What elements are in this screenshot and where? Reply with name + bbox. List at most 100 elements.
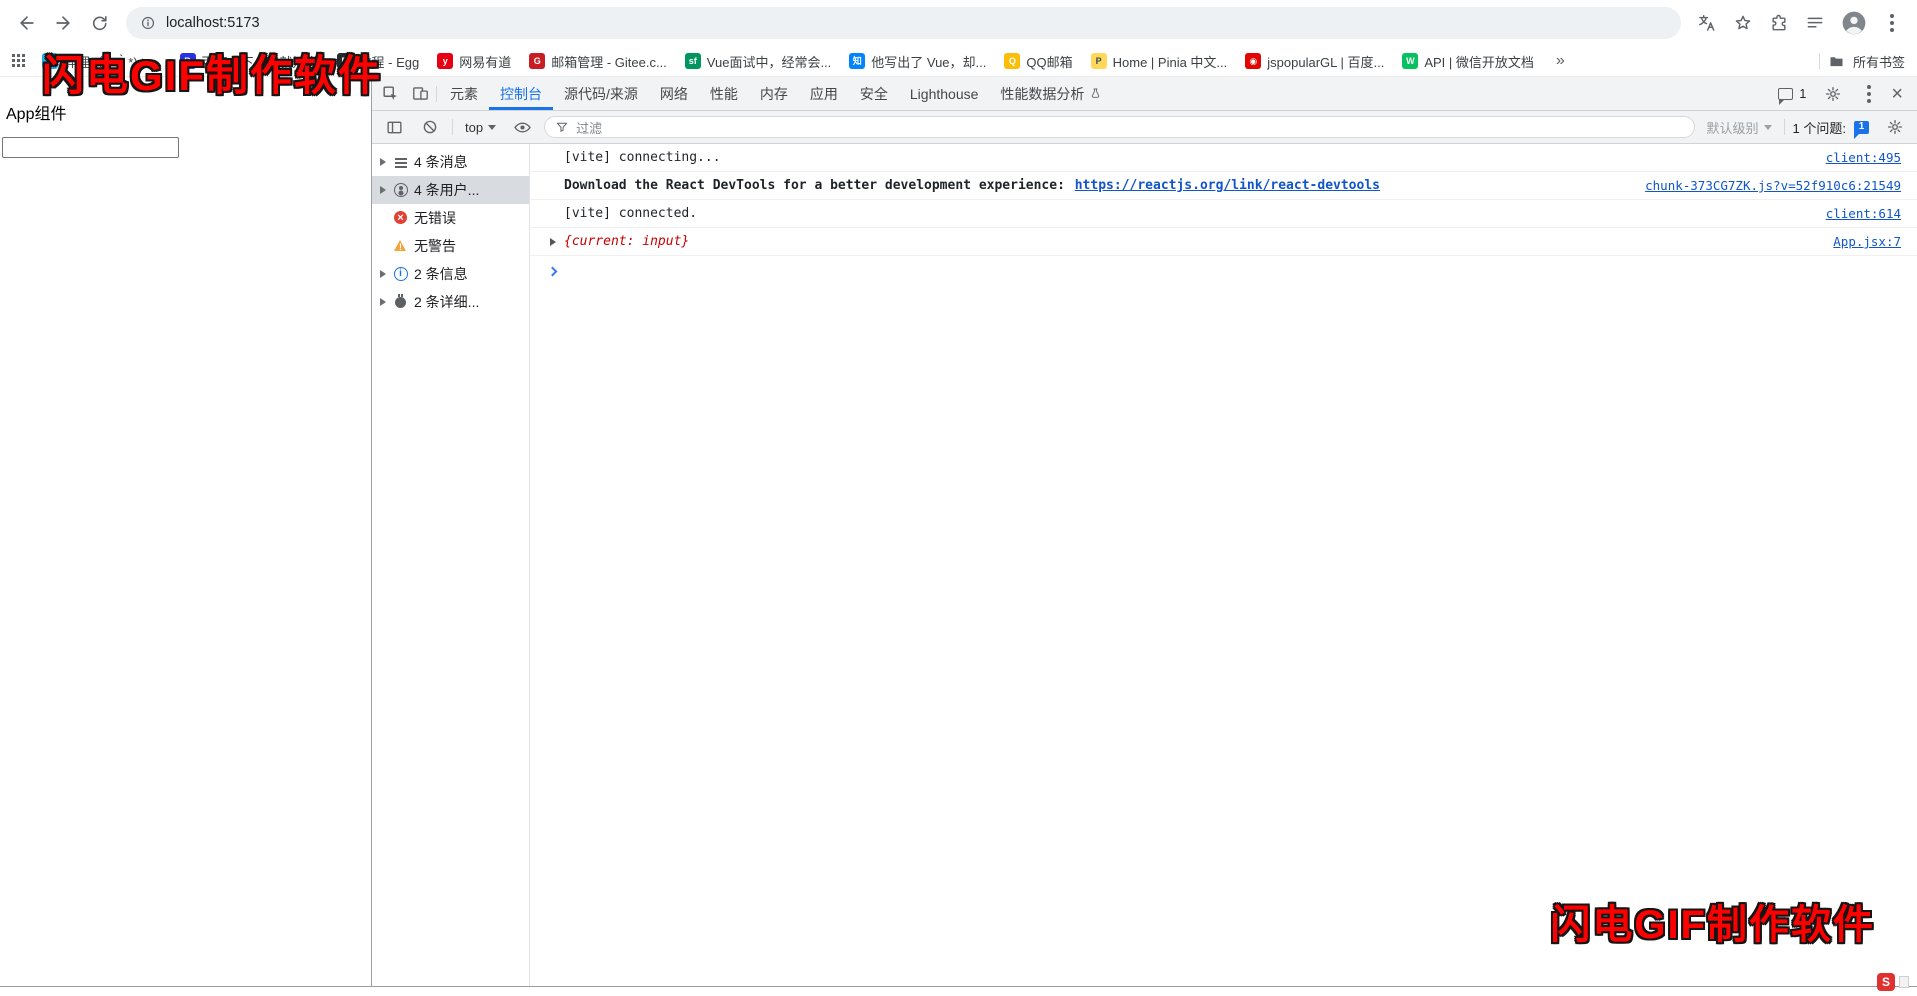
reload-button[interactable] [82,6,116,40]
verbose-icon [393,294,409,310]
console-sidebar-item[interactable]: 4 条消息 [372,148,529,176]
wechat-icon: W [1402,53,1418,69]
console-filter-input[interactable]: 过滤 [544,116,1694,138]
device-toolbar-icon[interactable] [406,81,434,107]
filter-funnel-icon [555,120,569,134]
console-sidebar-item[interactable]: 2 条信息 [372,260,529,288]
forward-button[interactable] [46,6,80,40]
back-button[interactable] [10,6,44,40]
tray-icon [1899,976,1909,988]
translate-icon[interactable] [1697,13,1717,33]
log-levels-dropdown[interactable]: 默认级别 [1703,118,1776,137]
console-message[interactable]: {current: input} App.jsx:7 [530,228,1917,256]
devtools-tab[interactable]: 控制台 [489,77,553,110]
zhihu-icon: 知 [849,53,865,69]
folder-icon [1828,53,1845,70]
devtools-close-icon[interactable] [1891,84,1903,104]
bookmark-item[interactable]: W API | 微信开放文档 [1394,49,1542,74]
context-selector[interactable]: top [461,120,500,135]
chevron-down-icon [488,125,496,130]
divider [436,86,437,102]
reading-list-icon[interactable] [1805,13,1825,33]
address-bar[interactable]: localhost:5173 [126,7,1681,39]
devtools-tab[interactable]: 性能数据分析 [989,77,1113,110]
divider [1819,53,1820,69]
console-messages-icon[interactable] [1778,88,1793,100]
bookmark-item[interactable]: G 邮箱管理 - Gitee.c... [521,49,675,74]
info-icon [393,266,409,282]
corner-overlay: S [1877,973,1909,991]
pinia-icon: P [1091,53,1107,69]
expand-arrow-icon[interactable] [380,270,386,278]
devtools-tab[interactable]: 安全 [849,77,899,110]
page-heading: App组件 [6,100,371,124]
bookmark-item[interactable]: P Home | Pinia 中文... [1083,49,1236,74]
devtools-tab[interactable]: 源代码/来源 [553,77,649,110]
live-expression-eye-icon[interactable] [508,114,536,140]
devtools-menu-icon[interactable] [1867,92,1871,96]
console-settings-icon[interactable] [1881,114,1909,140]
console-sidebar-toggle-icon[interactable] [380,114,408,140]
console-sidebar-item[interactable]: 无错误 [372,204,529,232]
devtools-tab[interactable]: 性能 [699,77,749,110]
expand-arrow-icon[interactable] [550,238,556,246]
devtools-tab[interactable]: 元素 [439,77,489,110]
segmentfault-icon: sf [685,53,701,69]
url-text: localhost:5173 [166,15,260,31]
prompt-chevron-icon [548,266,558,276]
devtools-settings-icon[interactable] [1819,81,1847,107]
experiment-flask-icon [1089,87,1102,100]
extensions-icon[interactable] [1769,13,1789,33]
console-sidebar-item[interactable]: 2 条详细... [372,288,529,316]
message-count: 1 [1799,87,1806,101]
source-location-link[interactable]: chunk-373CG7ZK.js?v=52f910c6:21549 [1625,178,1901,193]
issues-icon[interactable]: 1 [1854,121,1869,134]
bookmark-star-icon[interactable] [1733,13,1753,33]
issues-label[interactable]: 1 个问题: [1793,118,1846,137]
reload-icon [90,14,109,33]
clear-console-icon[interactable] [416,114,444,140]
bookmarks-overflow-icon[interactable] [1550,52,1571,70]
expand-arrow-icon[interactable] [380,158,386,166]
devtools-tab[interactable]: Lighthouse [899,77,990,110]
qqmail-icon: Q [1004,53,1020,69]
console-body: 4 条消息 4 条用户... 无错误 [372,144,1917,986]
watermark-bottom: 闪电GIF制作软件 [1550,892,1875,950]
error-icon [393,210,409,226]
console-message[interactable]: [vite] connecting... client:495 [530,144,1917,172]
bookmark-item[interactable]: y 网易有道 [429,49,519,74]
page-text-input[interactable] [2,137,179,158]
console-message[interactable]: Download the React DevTools for a better… [530,172,1917,200]
console-toolbar: top 过滤 默认级别 1 个问题: 1 [372,111,1917,144]
console-sidebar-item[interactable]: 无警告 [372,232,529,260]
console-prompt[interactable] [530,256,1917,286]
source-location-link[interactable]: App.jsx:7 [1813,234,1901,249]
apps-grid-icon[interactable] [12,54,26,68]
source-location-link[interactable]: client:495 [1806,150,1901,165]
profile-avatar[interactable] [1841,10,1867,36]
bookmark-item[interactable]: sf Vue面试中，经常会... [677,49,839,74]
source-location-link[interactable]: client:614 [1806,206,1901,221]
bookmark-item[interactable]: 知 他写出了 Vue，却... [841,49,994,74]
chevron-down-icon [1764,125,1772,130]
devtools-tab[interactable]: 网络 [649,77,699,110]
browser-window: localhost:5173 [0,0,1917,987]
site-info-icon[interactable] [140,15,156,31]
expand-arrow-icon[interactable] [380,186,386,194]
console-sidebar-item[interactable]: 4 条用户... [372,176,529,204]
bookmark-item[interactable]: Q QQ邮箱 [996,49,1080,74]
back-icon [17,13,37,33]
bookmark-item[interactable]: ◉ jspopularGL | 百度... [1237,49,1392,74]
watermark-top: 闪电GIF制作软件 [42,42,382,103]
console-message[interactable]: [vite] connected. client:614 [530,200,1917,228]
toolbar-actions [1691,10,1907,36]
browser-toolbar: localhost:5173 [0,0,1917,46]
message-link[interactable]: https://reactjs.org/link/react-devtools [1075,178,1380,193]
expand-arrow-icon[interactable] [380,298,386,306]
gif-app-icon[interactable]: S [1877,973,1895,991]
all-bookmarks-label[interactable]: 所有书签 [1853,52,1905,71]
devtools-tab-list: 元素 控制台 [439,77,1113,110]
devtools-tab[interactable]: 内存 [749,77,799,110]
browser-menu-icon[interactable] [1890,21,1894,25]
devtools-tab[interactable]: 应用 [799,77,849,110]
